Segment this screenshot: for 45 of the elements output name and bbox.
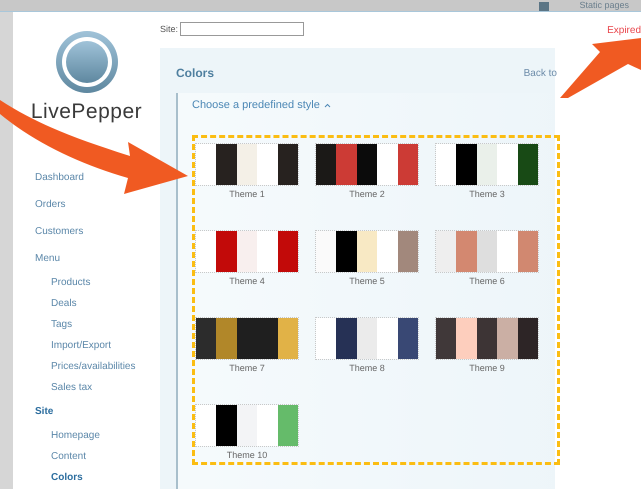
sidebar-subitem[interactable]: Homepage [51, 430, 100, 441]
theme-name: Theme 8 [348, 363, 386, 373]
sidebar-subitem[interactable]: Prices/availabilities [51, 361, 136, 372]
theme-name: Theme 9 [468, 363, 506, 373]
site-label: Site: [160, 24, 178, 34]
theme-swatch[interactable] [435, 317, 539, 360]
theme-name: Theme 10 [226, 450, 268, 460]
sidebar-subitem[interactable]: Products [51, 277, 90, 288]
theme-swatch[interactable] [195, 143, 299, 186]
theme-swatch[interactable] [315, 230, 419, 273]
site-input-field[interactable] [180, 22, 304, 36]
square-icon [539, 2, 550, 11]
theme-name: Theme 6 [468, 276, 506, 286]
theme-name: Theme 7 [228, 363, 266, 373]
sidebar-subitem[interactable]: Deals [51, 298, 77, 309]
sidebar-subitem[interactable]: Colors [51, 472, 83, 483]
static-pages-link[interactable]: Static pages [579, 0, 629, 11]
sidebar-item[interactable]: Menu [35, 253, 60, 264]
sidebar-item[interactable]: Customers [35, 226, 84, 237]
panel-title: Colors [176, 66, 214, 82]
back-link[interactable]: Back to [524, 68, 557, 93]
theme-swatch[interactable] [435, 143, 539, 186]
theme-name: Theme 2 [348, 189, 386, 199]
sidebar-subitem[interactable]: Import/Export [51, 340, 112, 351]
predefined-style-toggle[interactable]: Choose a predefined style [192, 99, 331, 111]
sidebar-item[interactable]: Site [35, 406, 54, 417]
theme-name: Theme 4 [228, 276, 266, 286]
sidebar-subitem[interactable]: Content [51, 451, 86, 462]
sidebar-item[interactable]: Orders [35, 199, 66, 210]
caret-icon [324, 102, 331, 108]
theme-swatch[interactable] [435, 230, 539, 273]
sidebar-subitem[interactable]: Tags [51, 319, 72, 330]
sidebar-subitem[interactable]: Sales tax [51, 382, 92, 393]
theme-name: Theme 5 [348, 276, 386, 286]
theme-name: Theme 3 [468, 189, 506, 199]
theme-swatch[interactable] [195, 230, 299, 273]
logo-text: LivePepper [30, 100, 142, 124]
expired-status: Expired [607, 25, 641, 36]
theme-swatch[interactable] [195, 317, 299, 360]
theme-swatch[interactable] [315, 317, 419, 360]
theme-swatch[interactable] [315, 143, 419, 186]
theme-name: Theme 1 [228, 189, 266, 199]
logo-icon [54, 30, 118, 94]
sidebar-item[interactable]: Dashboard [35, 172, 84, 183]
theme-swatch[interactable] [195, 404, 299, 447]
